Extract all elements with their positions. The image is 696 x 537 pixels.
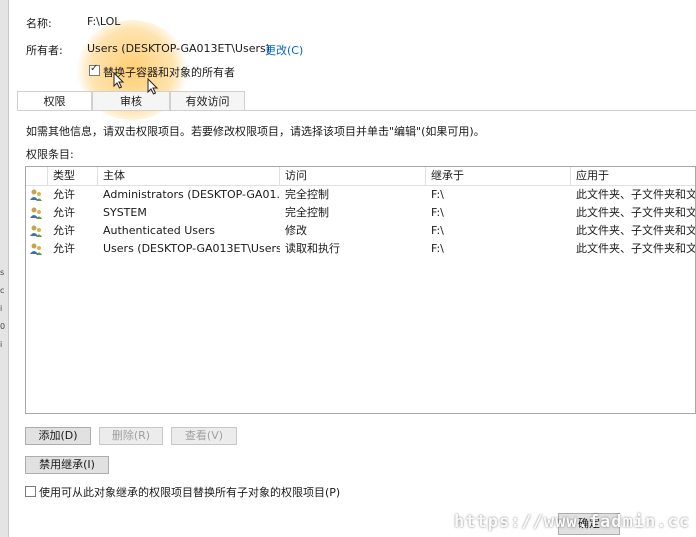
tab-permissions[interactable]: 权限 [17,91,92,111]
add-button[interactable]: 添加(D) [25,427,91,445]
cell-inherited: F:\ [431,188,444,201]
column-header-inherited[interactable]: 继承于 [426,167,571,185]
cell-applies: 此文件夹、子文件夹和文件 [576,188,696,201]
table-row[interactable]: 允许 SYSTEM 完全控制 F:\ 此文件夹、子文件夹和文件 [26,204,695,222]
cell-access: 完全控制 [285,206,329,219]
cell-access: 修改 [285,224,307,237]
disable-inheritance-button[interactable]: 禁用继承(I) [25,456,109,474]
cell-type: 允许 [53,188,75,201]
info-text: 如需其他信息，请双击权限项目。若要修改权限项目，请选择该项目并单击"编辑"(如果… [26,125,485,138]
list-header: 类型 主体 访问 继承于 应用于 [26,167,695,186]
column-header-type[interactable]: 类型 [48,167,98,185]
header-icon-col [26,167,48,185]
cell-inherited: F:\ [431,206,444,219]
tab-auditing-label: 审核 [120,95,142,108]
permission-entries-list[interactable]: 类型 主体 访问 继承于 应用于 允许 Administrators (DESK… [25,166,696,414]
replace-child-permissions-label[interactable]: 使用可从此对象继承的权限项目替换所有子对象的权限项目(P) [39,484,340,500]
cell-applies: 此文件夹、子文件夹和文件 [576,242,696,255]
cell-principal: Authenticated Users [103,224,216,237]
mouse-cursor-icon [113,72,125,89]
users-icon [30,207,42,219]
cell-inherited: F:\ [431,242,444,255]
tab-permissions-label: 权限 [43,95,66,108]
change-owner-link[interactable]: 更改(C) [265,42,303,58]
cell-applies: 此文件夹、子文件夹和文件 [576,206,696,219]
table-row[interactable]: 允许 Authenticated Users 修改 F:\ 此文件夹、子文件夹和… [26,222,695,240]
replace-child-permissions-checkbox[interactable] [25,486,36,497]
mouse-cursor-icon [147,78,159,95]
column-header-principal[interactable]: 主体 [98,167,280,185]
table-row[interactable]: 允许 Administrators (DESKTOP-GA01... 完全控制 … [26,186,695,204]
background-char: i [0,340,3,349]
tab-effective-access[interactable]: 有效访问 [170,91,245,110]
users-icon [30,243,42,255]
cell-principal: Administrators (DESKTOP-GA01... [103,188,280,201]
name-label: 名称: [26,17,52,30]
advanced-security-dialog: 名称: F:\LOL 所有者: Users (DESKTOP-GA013ET\U… [9,0,696,537]
cell-access: 完全控制 [285,188,329,201]
background-char: s [0,268,5,277]
replace-owner-checkbox[interactable] [89,63,100,76]
remove-button[interactable]: 删除(R) [99,427,163,445]
entries-label: 权限条目: [26,148,74,161]
watermark-text: https://www.fadmin.cc [454,512,690,532]
background-window-strip: s c i 0 i [0,0,9,537]
background-char: i [0,304,3,313]
tab-divider [17,110,696,111]
tab-effective-access-label: 有效访问 [185,95,230,108]
users-icon [30,189,42,201]
view-button[interactable]: 查看(V) [171,427,237,445]
cell-principal: Users (DESKTOP-GA013ET\Users) [103,242,280,255]
cell-principal: SYSTEM [103,206,147,219]
cell-type: 允许 [53,206,75,219]
cell-applies: 此文件夹、子文件夹和文件 [576,224,696,237]
cell-access: 读取和执行 [285,242,340,255]
cell-inherited: F:\ [431,224,444,237]
users-icon [30,225,42,237]
column-header-applies[interactable]: 应用于 [571,167,695,185]
column-header-access[interactable]: 访问 [280,167,426,185]
cell-type: 允许 [53,224,75,237]
name-value: F:\LOL [87,15,121,28]
background-char: 0 [0,322,6,331]
table-row[interactable]: 允许 Users (DESKTOP-GA013ET\Users) 读取和执行 F… [26,240,695,258]
cell-type: 允许 [53,242,75,255]
background-char: c [0,286,5,295]
owner-label: 所有者: [26,44,63,57]
owner-value: Users (DESKTOP-GA013ET\Users) [87,42,271,55]
